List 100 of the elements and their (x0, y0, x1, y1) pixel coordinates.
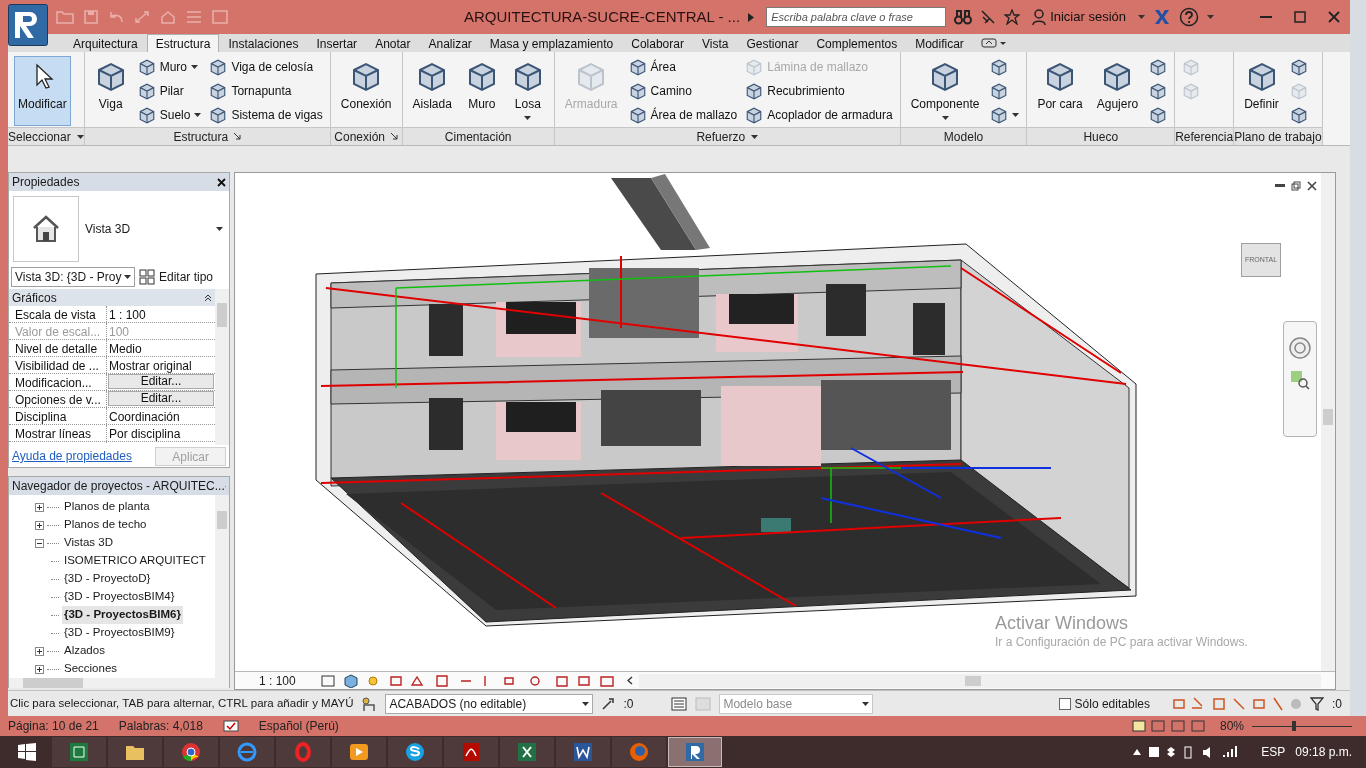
launcher-arrow-icon[interactable] (234, 133, 242, 140)
edit-type-button[interactable]: Editar tipo (139, 268, 214, 286)
workset-icon[interactable] (361, 695, 378, 712)
scrollbar[interactable] (215, 495, 229, 678)
binoculars-icon[interactable] (954, 9, 973, 25)
caret-icon[interactable] (76, 134, 84, 139)
tree-item[interactable]: ISOMETRICO ARQUITECT (62, 552, 208, 570)
filter-icon[interactable] (1310, 696, 1324, 711)
tool-button[interactable]: Camino (627, 80, 739, 102)
property-value[interactable]: Medio (107, 340, 215, 358)
ribbon-tab[interactable]: Vista (692, 34, 738, 52)
selection-filter-icons-drawing[interactable] (1172, 695, 1302, 712)
property-value[interactable]: Mostrar original (107, 357, 215, 375)
ribbon-tab[interactable]: Colaborar (622, 34, 693, 52)
tool-button[interactable]: Modificar (14, 56, 71, 126)
property-value[interactable]: Por disciplina (107, 425, 215, 443)
launcher-arrow-icon[interactable] (391, 133, 398, 140)
zoom-level[interactable]: 80% (1219, 717, 1244, 735)
editing-requests-icon[interactable] (601, 696, 616, 711)
tool-button[interactable]: Área de mallazo (627, 104, 739, 126)
maximize-icon[interactable] (1294, 11, 1306, 23)
tree-item[interactable]: {3D - ProyectosBIM6} (62, 606, 183, 624)
expand-arrow-icon[interactable] (748, 12, 755, 22)
ribbon-tab[interactable]: Complementos (807, 34, 907, 52)
minus-box-icon[interactable] (35, 538, 44, 548)
minimize-icon[interactable] (1275, 184, 1285, 188)
tool-button[interactable]: Muro (136, 56, 203, 78)
taskbar-button[interactable] (668, 737, 722, 767)
taskbar-button[interactable] (108, 737, 162, 767)
help-icon[interactable] (1179, 7, 1199, 27)
tool-button[interactable]: Por cara (1033, 56, 1087, 126)
star-icon[interactable] (1004, 9, 1021, 25)
ribbon-toggle-icon[interactable] (980, 38, 1007, 48)
ribbon-tab[interactable]: Insertar (307, 34, 367, 52)
tool-button[interactable]: Recubrimiento (744, 80, 894, 102)
tree-item[interactable]: Planos de planta (62, 498, 152, 516)
edit-button[interactable]: Editar... (108, 374, 214, 389)
tree-item[interactable]: Vistas 3D (62, 534, 115, 552)
tool-button[interactable]: Muro (461, 56, 502, 126)
language-status[interactable]: Español (Perú) (258, 717, 339, 735)
plus-box-icon[interactable] (35, 520, 44, 530)
windows-logo-icon[interactable] (18, 743, 36, 761)
scrollbar[interactable] (1321, 173, 1335, 671)
zoom-slider[interactable] (1252, 721, 1352, 731)
tree-item[interactable]: {3D - ProyectoD} (62, 570, 153, 588)
tool-button[interactable]: Área (627, 56, 739, 78)
tool-button[interactable]: Componente (906, 56, 984, 126)
tool-button[interactable]: Conexión (336, 56, 396, 126)
taskbar-button[interactable] (332, 737, 386, 767)
tool-button[interactable]: Aislada (408, 56, 456, 126)
close-icon[interactable] (217, 177, 226, 187)
close-icon[interactable] (1307, 181, 1317, 191)
ribbon-tab[interactable]: Modificar (906, 34, 973, 52)
plus-box-icon[interactable] (35, 646, 44, 656)
property-value[interactable]: Coordinación (107, 408, 215, 426)
tool-button[interactable]: Sistema de vigas (208, 104, 324, 126)
ribbon-tab[interactable]: Gestionar (737, 34, 808, 52)
tree-item[interactable]: {3D - ProyectosBIM4} (62, 588, 177, 606)
taskbar-button[interactable] (500, 737, 554, 767)
restore-icon[interactable] (1291, 181, 1301, 191)
ribbon-tab[interactable]: Arquitectura (64, 34, 147, 52)
type-selector[interactable]: Vista 3D (11, 193, 227, 265)
tool-button[interactable]: Pilar (136, 80, 203, 102)
zoom-region-icon[interactable] (1290, 370, 1310, 390)
help-link[interactable]: Ayuda de propiedades (12, 447, 132, 465)
view-dropdown[interactable]: Vista 3D: {3D - Proy (11, 267, 135, 287)
keyboard-language[interactable]: ESP (1261, 743, 1286, 761)
clock[interactable]: 09:18 p.m. (1295, 743, 1352, 761)
sign-in-button[interactable]: Iniciar sesión (1028, 7, 1130, 27)
tool-button[interactable]: Viga de celosía (208, 56, 324, 78)
tool-button[interactable]: Viga (90, 56, 131, 126)
minimize-icon[interactable] (1260, 15, 1272, 19)
steering-wheel-icon[interactable] (1288, 336, 1312, 360)
design-options-icon[interactable] (671, 696, 688, 711)
tool-button[interactable]: Acoplador de armadura (744, 104, 894, 126)
tree-item[interactable]: Secciones (62, 660, 120, 678)
app-logo-icon[interactable] (8, 4, 48, 46)
scrollbar[interactable] (9, 678, 229, 688)
ribbon-tab[interactable]: Instalaciones (219, 34, 308, 52)
taskbar-button[interactable] (388, 737, 442, 767)
scrollbar[interactable] (215, 289, 229, 445)
plus-box-icon[interactable] (35, 502, 44, 512)
ribbon-tab[interactable]: Analizar (419, 34, 481, 52)
scroll-left-icon[interactable] (627, 676, 633, 685)
tree-item[interactable]: Planos de techo (62, 516, 149, 534)
collapse-icon[interactable] (204, 293, 212, 302)
caret-icon[interactable] (751, 134, 759, 139)
tree-item[interactable]: Alzados (62, 642, 107, 660)
tool-button[interactable]: Suelo (136, 104, 203, 126)
taskbar-button[interactable] (52, 737, 106, 767)
ribbon-tab[interactable]: Masa y emplazamiento (480, 34, 623, 52)
edit-button[interactable]: Editar... (108, 391, 214, 406)
tool-button[interactable]: Agujero (1092, 56, 1143, 126)
slider-thumb[interactable] (1292, 721, 1296, 731)
property-value[interactable]: 1 : 100 (107, 306, 215, 324)
editable-only-checkbox[interactable]: Sólo editables (1058, 694, 1150, 713)
proofing-icon[interactable] (222, 720, 239, 732)
ribbon-tab[interactable]: Estructura (146, 34, 220, 52)
tool-button[interactable]: Definir (1240, 56, 1283, 126)
ribbon-tab[interactable]: Anotar (366, 34, 420, 52)
